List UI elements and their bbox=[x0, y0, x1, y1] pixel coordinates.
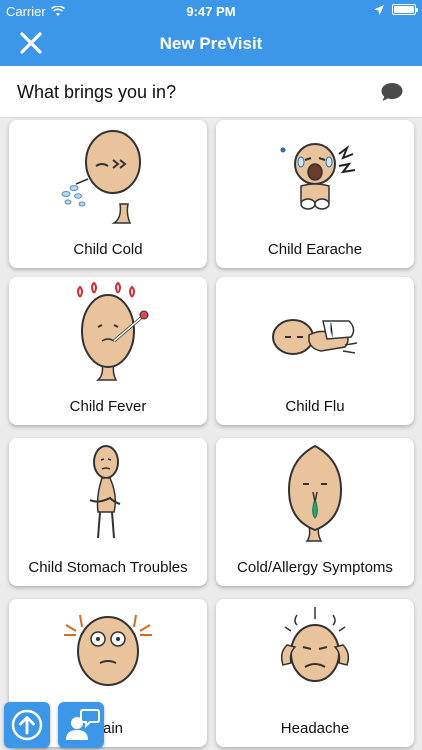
pain-illustration bbox=[64, 614, 152, 686]
comment-button[interactable] bbox=[380, 82, 404, 102]
question-header: What brings you in? bbox=[0, 66, 422, 118]
card-label: Child Stomach Troubles bbox=[28, 559, 188, 576]
symptom-card-cold-allergy[interactable]: Cold/Allergy Symptoms bbox=[216, 438, 414, 586]
child-stomach-illustration bbox=[89, 445, 121, 539]
symptom-card-child-cold[interactable]: Child Cold bbox=[9, 120, 207, 268]
card-label: Cold/Allergy Symptoms bbox=[237, 559, 393, 576]
card-label: Headache bbox=[280, 720, 350, 737]
symptom-card-child-earache[interactable]: Child Earache bbox=[216, 120, 414, 268]
headache-illustration bbox=[280, 607, 350, 682]
symptom-card-child-flu[interactable]: Child Flu bbox=[216, 277, 414, 425]
clock: 9:47 PM bbox=[186, 4, 236, 19]
card-label: Child Earache bbox=[267, 241, 363, 258]
symptom-grid: Child Cold Child Earache Child Fever Chi… bbox=[0, 118, 422, 750]
symptom-card-headache[interactable]: Headache bbox=[216, 599, 414, 747]
card-label: Child Fever bbox=[69, 398, 147, 415]
card-label: Child Cold bbox=[73, 241, 143, 258]
status-bar: Carrier 9:47 PM bbox=[0, 0, 422, 22]
page-title: New PreVisit bbox=[159, 34, 263, 53]
card-label: Child Flu bbox=[285, 398, 345, 415]
battery-icon bbox=[392, 4, 418, 15]
upload-button[interactable] bbox=[4, 702, 50, 748]
child-fever-illustration bbox=[77, 281, 149, 381]
question-text: What brings you in? bbox=[17, 82, 177, 102]
chat-bubble-icon bbox=[381, 83, 403, 101]
upload-arrow-icon bbox=[11, 709, 43, 741]
provider-chat-icon bbox=[66, 709, 100, 740]
navigation-bar: New PreVisit bbox=[0, 22, 422, 66]
child-flu-illustration bbox=[272, 319, 358, 355]
symptom-card-child-fever[interactable]: Child Fever bbox=[9, 277, 207, 425]
child-earache-illustration bbox=[280, 143, 356, 210]
cold-allergy-illustration bbox=[287, 444, 343, 542]
location-arrow-icon bbox=[374, 4, 384, 15]
provider-chat-button[interactable] bbox=[58, 702, 104, 748]
child-cold-illustration bbox=[61, 130, 141, 224]
symptom-card-child-stomach-troubles[interactable]: Child Stomach Troubles bbox=[9, 438, 207, 586]
